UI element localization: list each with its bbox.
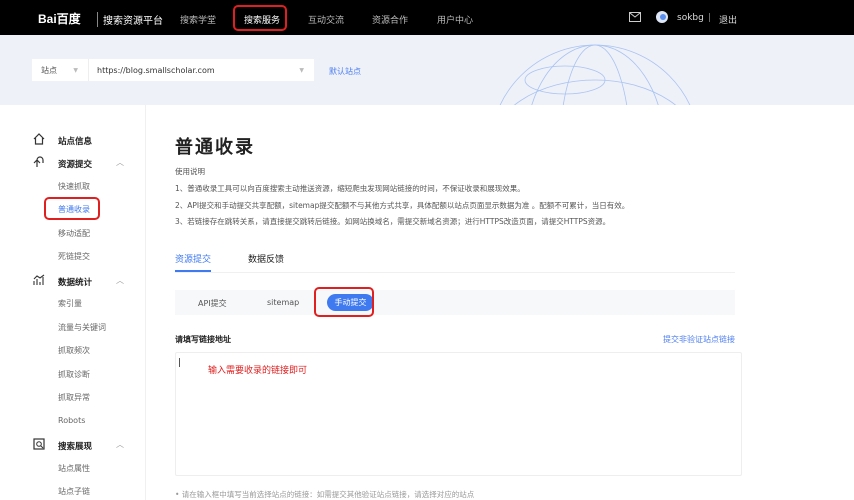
annotation-text: 输入需要收录的链接即可 xyxy=(208,363,307,376)
sidebar-item-index-volume[interactable]: 索引量 xyxy=(58,298,82,309)
default-site-link[interactable]: 默认站点 xyxy=(329,66,361,77)
tab-resource-submit[interactable]: 资源提交 xyxy=(175,252,211,265)
site-selector[interactable]: 站点 ▼ https://blog.smallscholar.com ▼ xyxy=(32,59,314,81)
baidu-logo[interactable]: Bai百度 xyxy=(38,10,81,27)
url-field-label: 请填写链接地址 xyxy=(175,334,231,345)
input-note: • 请在输入框中填写当前选择站点的链接：如需提交其他验证站点链接，请选择对应的站… xyxy=(175,489,474,500)
sidebar-group-resource-submit[interactable]: 资源提交 xyxy=(58,158,92,170)
site-url: https://blog.smallscholar.com xyxy=(97,66,215,75)
avatar[interactable] xyxy=(656,11,668,23)
highlight-box xyxy=(314,287,374,317)
submit-method-bar xyxy=(175,290,735,315)
platform-title[interactable]: 搜索资源平台 xyxy=(97,12,163,27)
nav-search-school[interactable]: 搜索学堂 xyxy=(180,13,216,26)
sidebar-group-search-display[interactable]: 搜索展现 xyxy=(58,440,92,452)
sidebar-item-site-attributes[interactable]: 站点属性 xyxy=(58,463,90,474)
tab-data-feedback[interactable]: 数据反馈 xyxy=(248,252,284,265)
tab-divider xyxy=(175,272,735,273)
caret-down-icon: ▼ xyxy=(299,67,304,74)
chevron-up-icon[interactable]: ︿ xyxy=(116,439,124,450)
site-url-select[interactable]: https://blog.smallscholar.com ▼ xyxy=(89,59,314,81)
url-textarea[interactable]: 输入需要收录的链接即可 xyxy=(175,352,742,476)
sidebar-item-mobile-adapt[interactable]: 移动适配 xyxy=(58,228,90,239)
chevron-up-icon[interactable]: ︿ xyxy=(116,275,124,286)
nav-interaction[interactable]: 互动交流 xyxy=(308,13,344,26)
search-display-icon xyxy=(33,438,45,450)
chevron-up-icon[interactable]: ︿ xyxy=(116,157,124,168)
sidebar-item-deadlink[interactable]: 死链提交 xyxy=(58,251,90,262)
unverified-site-link[interactable]: 提交非验证站点链接 xyxy=(663,334,735,345)
sidebar-item-sitelinks[interactable]: 站点子链 xyxy=(58,486,90,497)
page-title: 普通收录 xyxy=(175,133,255,159)
highlight-box xyxy=(233,5,287,31)
text-cursor xyxy=(179,358,180,367)
top-header: Bai百度 搜索资源平台 搜索学堂 搜索服务 互动交流 资源合作 用户中心 so… xyxy=(0,0,854,35)
usage-title: 使用说明 xyxy=(175,166,205,177)
site-banner: 站点 ▼ https://blog.smallscholar.com ▼ 默认站点 xyxy=(0,35,854,105)
sidebar-item-site-info[interactable]: 站点信息 xyxy=(58,135,92,147)
sidebar-group-data-stats[interactable]: 数据统计 xyxy=(58,276,92,288)
usage-line-1: 1、普通收录工具可以向百度搜索主动推送资源，缩短爬虫发现网站链接的时间，不保证收… xyxy=(175,183,525,194)
chart-icon xyxy=(33,274,45,286)
subtab-sitemap[interactable]: sitemap xyxy=(267,298,299,307)
username[interactable]: sokbg xyxy=(677,13,704,23)
highlight-box xyxy=(44,197,100,220)
sidebar-item-crawl-frequency[interactable]: 抓取频次 xyxy=(58,345,90,356)
usage-line-2: 2、API提交和手动提交共享配额，sitemap提交配额不与其他方式共享，具体配… xyxy=(175,200,629,211)
sidebar-item-fast-crawl[interactable]: 快速抓取 xyxy=(58,181,90,192)
subtab-api[interactable]: API提交 xyxy=(198,298,227,309)
sidebar-item-traffic-keywords[interactable]: 流量与关键词 xyxy=(58,322,106,333)
sidebar-item-crawl-errors[interactable]: 抓取异常 xyxy=(58,392,90,403)
submit-icon xyxy=(33,156,45,168)
site-type-label: 站点 xyxy=(41,65,57,76)
logout-link[interactable]: 退出 xyxy=(719,13,737,26)
separator: | xyxy=(708,13,711,23)
globe-decoration xyxy=(455,40,735,105)
sidebar-item-crawl-diagnosis[interactable]: 抓取诊断 xyxy=(58,369,90,380)
home-icon xyxy=(33,133,45,145)
site-type-select[interactable]: 站点 ▼ xyxy=(32,59,89,81)
mail-icon[interactable] xyxy=(629,12,641,22)
usage-line-3: 3、若链接存在跳转关系，请直接提交跳转后链接。如网站换域名，需提交新域名资源；进… xyxy=(175,216,610,227)
sidebar-item-robots[interactable]: Robots xyxy=(58,416,85,425)
nav-user-center[interactable]: 用户中心 xyxy=(437,13,473,26)
caret-down-icon: ▼ xyxy=(73,67,78,74)
nav-cooperation[interactable]: 资源合作 xyxy=(372,13,408,26)
